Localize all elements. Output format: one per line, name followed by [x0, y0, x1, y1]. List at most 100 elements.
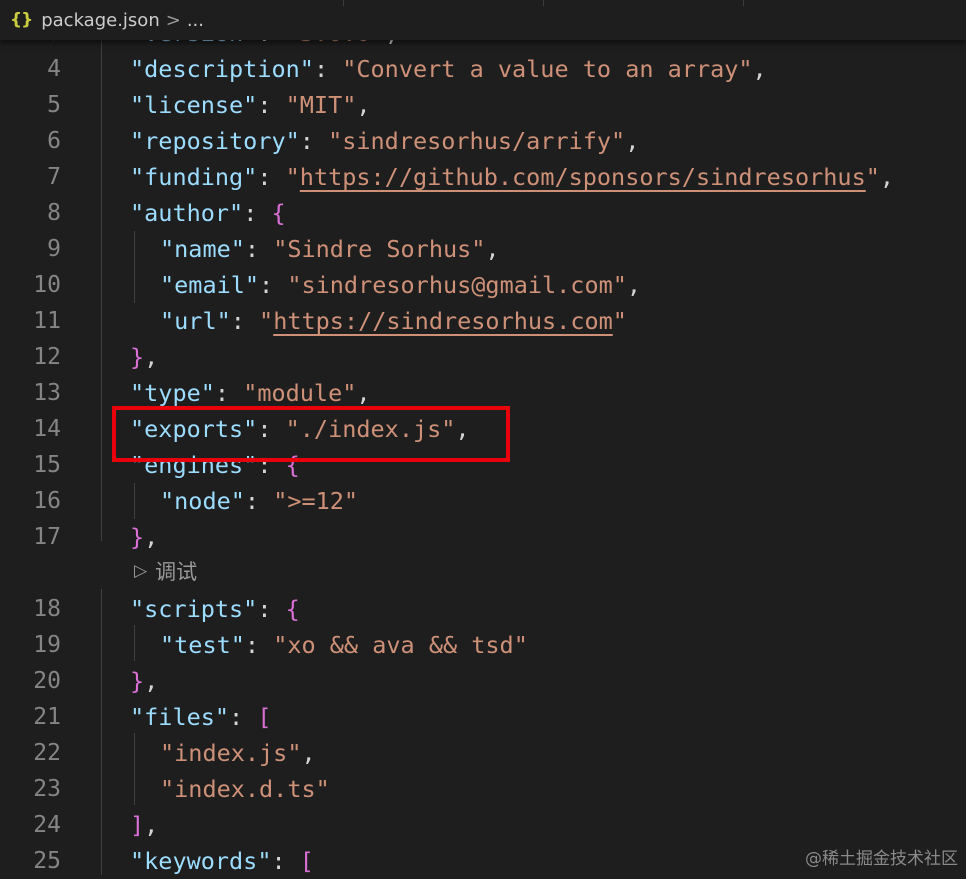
code-token: } [130, 667, 145, 695]
line-number: 20 [33, 668, 61, 694]
code-line[interactable]: 23 "index.d.ts" [0, 771, 966, 807]
code-token: [ [257, 703, 272, 731]
debug-codelens-label: 调试 [155, 560, 198, 584]
code-text[interactable]: "index.js", [160, 735, 316, 771]
line-number: 11 [33, 308, 61, 334]
json-file-icon: {} [10, 10, 33, 30]
indent-guide [134, 625, 135, 661]
code-token: , [626, 271, 642, 299]
code-text[interactable]: "test": "xo && ava && tsd" [160, 627, 528, 663]
code-text[interactable]: }, [130, 663, 158, 699]
code-text[interactable]: "repository": "sindresorhus/arrify", [130, 123, 639, 159]
code-token: "index.js" [160, 739, 302, 767]
code-token: , [144, 667, 159, 695]
code-token: : [271, 847, 300, 875]
code-token: : [244, 487, 274, 515]
line-number: 15 [33, 452, 61, 478]
code-line[interactable]: 16 "node": ">=12" [0, 483, 966, 519]
code-token: : [259, 271, 288, 299]
line-number: 9 [47, 236, 61, 262]
code-token: "scripts" [130, 595, 258, 623]
line-number: 23 [33, 776, 61, 802]
code-line[interactable]: 21 "files": [ [0, 699, 966, 735]
url-link[interactable]: https://sindresorhus.com [273, 307, 613, 335]
code-text[interactable]: "files": [ [130, 699, 272, 735]
breadcrumb-more[interactable]: ... [187, 10, 204, 31]
code-text[interactable]: "node": ">=12" [160, 483, 358, 519]
code-text[interactable]: "keywords": [ [130, 843, 314, 879]
code-token: , [144, 523, 159, 551]
code-text[interactable]: }, [130, 519, 158, 555]
code-token: "sindresorhus@gmail.com" [287, 271, 627, 299]
code-line[interactable]: 9 "name": "Sindre Sorhus", [0, 231, 966, 267]
line-number: 18 [33, 596, 61, 622]
code-token: , [144, 811, 159, 839]
code-token: "keywords" [130, 847, 272, 875]
code-line[interactable]: 18 "scripts": { [0, 591, 966, 627]
code-token: , [356, 91, 371, 119]
debug-codelens[interactable]: ▷ 调试 [134, 553, 197, 589]
code-text[interactable]: ], [130, 807, 158, 843]
line-number: 4 [47, 56, 61, 82]
url-link[interactable]: https://github.com/sponsors/sindresorhus [300, 163, 866, 191]
code-line[interactable]: 4 "description": "Convert a value to an a… [0, 51, 966, 87]
chevron-right-icon: > [165, 9, 181, 31]
line-number: 17 [33, 524, 61, 550]
code-token: , [879, 163, 895, 191]
line-number: 25 [33, 848, 61, 874]
line-number: 22 [33, 740, 61, 766]
code-line[interactable]: 20}, [0, 663, 966, 699]
code-line[interactable]: 5 "license": "MIT", [0, 87, 966, 123]
code-token: : [244, 631, 274, 659]
code-line[interactable]: 17}, [0, 519, 966, 555]
code-text[interactable]: "description": "Convert a value to an ar… [130, 51, 767, 87]
code-text[interactable]: "name": "Sindre Sorhus", [160, 231, 500, 267]
indent-guide [134, 733, 135, 805]
code-token: , [144, 343, 159, 371]
code-token: : [257, 163, 286, 191]
code-token: : [244, 235, 274, 263]
code-line[interactable]: 6 "repository": "sindresorhus/arrify", [0, 123, 966, 159]
code-token: "files" [130, 703, 230, 731]
code-token: "author" [130, 199, 244, 227]
code-text[interactable]: "scripts": { [130, 591, 300, 627]
code-token: " [612, 307, 627, 335]
code-line[interactable]: 19 "test": "xo && ava && tsd" [0, 627, 966, 663]
code-line[interactable]: 24], [0, 807, 966, 843]
line-number: 24 [33, 812, 61, 838]
code-text[interactable]: }, [130, 339, 158, 375]
code-token: : [313, 55, 343, 83]
code-text[interactable]: "author": { [130, 195, 286, 231]
code-text[interactable]: "funding": "https://github.com/sponsors/… [130, 159, 894, 195]
code-token: : [299, 127, 329, 155]
code-line[interactable]: 7 "funding": "https://github.com/sponsors… [0, 159, 966, 195]
indent-guide [134, 231, 135, 303]
code-token: ">=12" [273, 487, 359, 515]
line-number: 7 [47, 164, 61, 190]
code-token: { [271, 199, 286, 227]
code-token: "repository" [130, 127, 300, 155]
code-token: , [301, 739, 316, 767]
code-text[interactable]: "index.d.ts" [160, 771, 330, 807]
code-line[interactable]: 10 "email": "sindresorhus@gmail.com", [0, 267, 966, 303]
code-token: , [356, 379, 371, 407]
code-line[interactable]: 22 "index.js", [0, 735, 966, 771]
code-line[interactable]: 11 "url": "https://sindresorhus.com" [0, 303, 966, 339]
code-text[interactable]: "url": "https://sindresorhus.com" [160, 303, 627, 339]
line-number: 10 [33, 272, 61, 298]
code-text[interactable]: "email": "sindresorhus@gmail.com", [160, 267, 641, 303]
code-token: "url" [160, 307, 231, 335]
line-number: 6 [47, 128, 61, 154]
indent-guide [101, 15, 102, 541]
code-token: { [285, 595, 300, 623]
indent-guide [134, 483, 135, 519]
debug-play-icon: ▷ [134, 561, 148, 581]
code-line[interactable]: 12}, [0, 339, 966, 375]
watermark: @稀土掘金技术社区 [805, 849, 958, 869]
code-token: "license" [130, 91, 258, 119]
code-text[interactable]: "license": "MIT", [130, 87, 371, 123]
code-token: : [257, 595, 286, 623]
code-token: " [285, 163, 300, 191]
breadcrumb-file-name[interactable]: package.json [41, 10, 160, 31]
code-line[interactable]: 8 "author": { [0, 195, 966, 231]
